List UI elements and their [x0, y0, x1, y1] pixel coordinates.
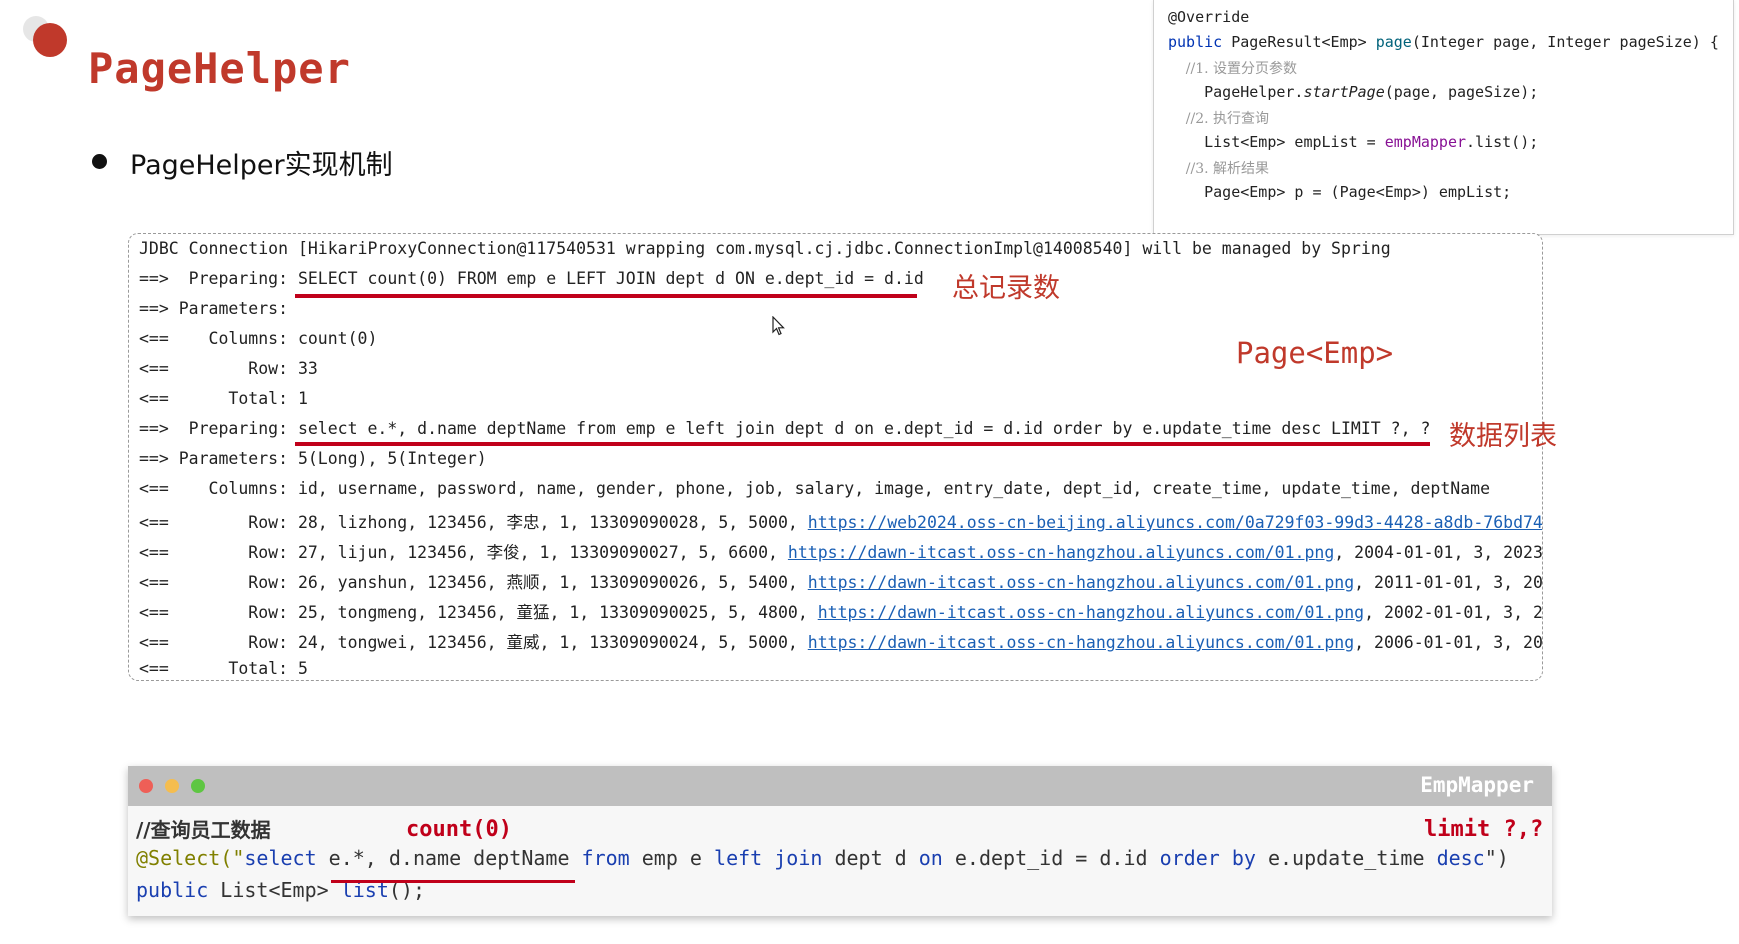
select-annotation-line: @Select("select e.*, d.name deptName fro… — [136, 846, 1509, 870]
log-line: ==> Preparing: SELECT count(0) FROM emp … — [139, 269, 924, 288]
log-line: <== Total: 1 — [139, 389, 308, 408]
image-link[interactable]: https://dawn-itcast.oss-cn-hangzhou.aliy… — [818, 603, 1364, 622]
minimize-dot-icon[interactable] — [165, 779, 179, 793]
log-header: JDBC Connection [HikariProxyConnection@1… — [139, 239, 1391, 258]
count-label: 总记录数 — [952, 273, 1060, 304]
page-title: PageHelper — [88, 44, 351, 93]
bullet-heading: PageHelper实现机制 — [130, 150, 393, 181]
snippet-line-8: Page<Emp> p = (Page<Emp>) empList; — [1168, 183, 1512, 201]
window-titlebar: EmpMapper — [128, 766, 1552, 806]
code-snippet-panel: @Override public PageResult<Emp> page(In… — [1153, 0, 1734, 235]
close-dot-icon[interactable] — [139, 779, 153, 793]
bullet-icon — [92, 154, 107, 169]
image-link[interactable]: https://dawn-itcast.oss-cn-hangzhou.aliy… — [808, 633, 1354, 652]
snippet-line-4: PageHelper.startPage(page, pageSize); — [1168, 83, 1539, 101]
sql-log-panel: JDBC Connection [HikariProxyConnection@1… — [128, 233, 1543, 681]
image-link[interactable]: https://web2024.oss-cn-beijing.aliyuncs.… — [808, 513, 1542, 532]
count-note: count(0) — [406, 817, 512, 842]
image-link[interactable]: https://dawn-itcast.oss-cn-hangzhou.aliy… — [788, 543, 1334, 562]
decorative-dot-red — [33, 23, 67, 57]
log-row: <== Row: 26, yanshun, 123456, 燕顺, 1, 133… — [139, 573, 1543, 592]
mapper-code-window: EmpMapper //查询员工数据 @Select("select e.*, … — [128, 766, 1552, 916]
list-label: 数据列表 — [1449, 421, 1557, 452]
log-row: <== Row: 28, lizhong, 123456, 李忠, 1, 133… — [139, 509, 1542, 533]
count-query-underline — [295, 294, 917, 298]
mapper-code-body: //查询员工数据 @Select("select e.*, d.name dep… — [128, 806, 1552, 916]
snippet-line-6: List<Emp> empList = empMapper.list(); — [1168, 133, 1539, 151]
log-row: <== Row: 25, tongmeng, 123456, 童猛, 1, 13… — [139, 603, 1543, 622]
mouse-cursor-icon — [772, 316, 785, 336]
log-line: ==> Parameters: 5(Long), 5(Integer) — [139, 449, 487, 468]
log-line: ==> Parameters: — [139, 299, 298, 318]
log-line: ==> Preparing: select e.*, d.name deptNa… — [139, 419, 1431, 438]
snippet-line-5: //2. 执行查询 — [1168, 111, 1270, 127]
list-query-underline — [295, 442, 1430, 446]
snippet-line-7: //3. 解析结果 — [1168, 161, 1270, 177]
snippet-line-3: //1. 设置分页参数 — [1168, 61, 1298, 77]
log-line: <== Row: 33 — [139, 359, 318, 378]
log-line: <== Columns: count(0) — [139, 329, 378, 348]
log-line: <== Columns: id, username, password, nam… — [139, 479, 1491, 498]
image-link[interactable]: https://dawn-itcast.oss-cn-hangzhou.aliy… — [808, 573, 1354, 592]
limit-note: limit ?,? — [1424, 817, 1544, 842]
log-row: <== Row: 27, lijun, 123456, 李俊, 1, 13309… — [139, 543, 1543, 562]
maximize-dot-icon[interactable] — [191, 779, 205, 793]
snippet-line-2: public PageResult<Emp> page(Integer page… — [1168, 33, 1719, 51]
page-type-label: Page<Emp> — [1236, 336, 1394, 370]
select-cols-underline — [331, 880, 575, 883]
log-total: <== Total: 5 — [139, 659, 308, 678]
log-row: <== Row: 24, tongwei, 123456, 童威, 1, 133… — [139, 633, 1543, 652]
snippet-line-1: @Override — [1168, 8, 1250, 26]
code-comment: //查询员工数据 — [136, 818, 271, 842]
window-title: EmpMapper — [1420, 773, 1534, 797]
